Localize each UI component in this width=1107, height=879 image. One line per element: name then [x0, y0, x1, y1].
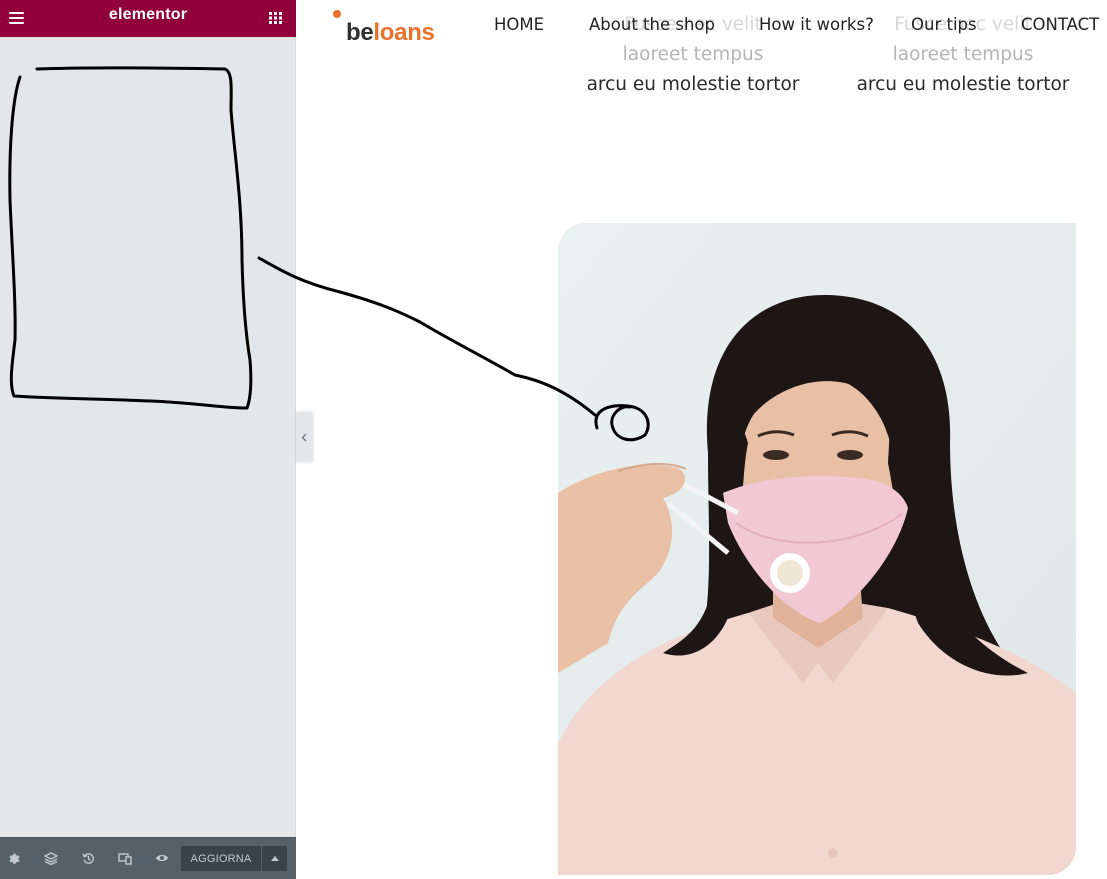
nav-our-tips[interactable]: Our tips [911, 15, 977, 34]
caret-up-icon [270, 856, 279, 861]
collapse-panel-toggle[interactable] [296, 412, 312, 462]
panel-title: elementor [108, 6, 188, 23]
panel-footer: AGGIORNA [0, 837, 296, 879]
nav-contact[interactable]: CONTACT [1021, 15, 1099, 34]
history-icon[interactable] [78, 848, 98, 868]
nav-about-the-shop[interactable]: About the shop [589, 15, 715, 34]
site-logo[interactable]: beloans [332, 8, 452, 48]
update-button[interactable]: AGGIORNA [181, 846, 261, 871]
gear-icon[interactable] [4, 848, 24, 868]
update-options-button[interactable] [262, 846, 287, 871]
chevron-left-icon [301, 433, 307, 441]
editor-panel: elementor AGGIORNA [0, 0, 296, 879]
widgets-grid-icon[interactable] [268, 10, 284, 24]
responsive-icon[interactable] [115, 848, 135, 868]
panel-header: elementor [0, 0, 296, 37]
nav-home[interactable]: HOME [494, 15, 544, 34]
layers-icon[interactable] [41, 848, 61, 868]
logo-dot [333, 10, 341, 18]
logo-wordmark: beloans [346, 19, 435, 46]
eye-icon[interactable] [152, 848, 172, 868]
hero-image [558, 223, 1076, 875]
woman-with-mask-illustration [558, 223, 1076, 875]
nav-how-it-works[interactable]: How it works? [759, 15, 874, 34]
